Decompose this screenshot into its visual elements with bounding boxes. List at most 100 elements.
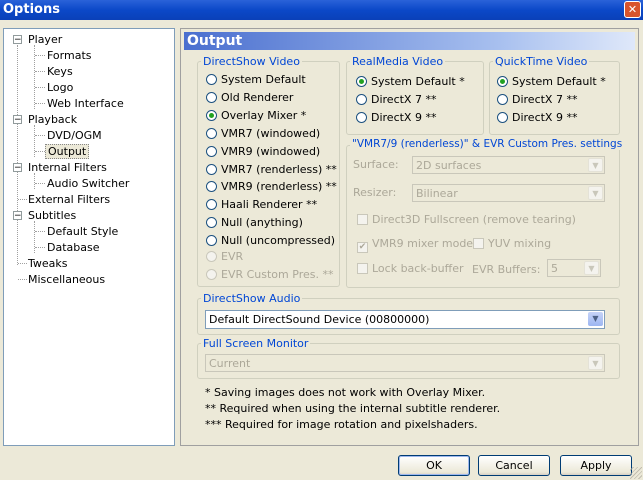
panel-title: Output [184,32,635,50]
radio-vmr7-windowed[interactable]: VMR7 (windowed) [206,127,320,140]
window-title: Options [3,2,60,17]
radio-indicator [206,92,217,103]
tree-item-miscellaneous[interactable]: Miscellaneous [28,273,105,286]
radio-indicator [356,112,367,123]
radio-indicator [206,146,217,157]
directshow-audio-label: DirectShow Audio [201,292,303,305]
chevron-down-icon: ▼ [584,261,599,275]
radio-haali-renderer[interactable]: Haali Renderer ** [206,198,317,211]
checkbox-indicator [473,238,484,249]
radio-evr: EVR [206,250,243,263]
radio-vmr7-renderless[interactable]: VMR7 (renderless) ** [206,163,337,176]
radio-vmr9-windowed[interactable]: VMR9 (windowed) [206,145,320,158]
tree-expander-subtitles[interactable]: − [13,211,22,221]
tree-item-dvd-ogm[interactable]: DVD/OGM [47,129,102,142]
vmr9-mixer-checkbox: ✔ VMR9 mixer mode [357,237,474,253]
tree-item-internal-filters[interactable]: Internal Filters [28,161,107,174]
tree-connector [34,125,35,157]
radio-null-uncompressed[interactable]: Null (uncompressed) [206,234,335,247]
radio-indicator [206,217,217,228]
radio-indicator [497,76,508,87]
options-tree[interactable]: − Player Formats Keys Logo Web Interface… [3,28,175,446]
tree-item-keys[interactable]: Keys [47,65,73,78]
tree-connector [34,173,35,189]
audio-device-value: Default DirectSound Device (00800000) [209,313,430,326]
surface-select: 2D surfaces ▼ [412,156,605,174]
resize-grip-icon[interactable] [630,467,642,479]
chevron-down-icon: ▼ [588,186,603,200]
radio-indicator [206,235,217,246]
lock-back-buffer-checkbox: Lock back-buffer [357,262,464,275]
radio-indicator [206,74,217,85]
realmedia-video-label: RealMedia Video [350,55,446,68]
title-bar[interactable]: Options ✕ [0,0,643,20]
close-button[interactable]: ✕ [624,1,641,18]
cancel-button[interactable]: Cancel [478,455,550,476]
checkbox-indicator [357,263,368,274]
checkmark-icon: ✔ [357,242,368,253]
chevron-down-icon: ▼ [588,158,603,172]
resizer-label: Resizer: [353,186,397,199]
radio-indicator [497,94,508,105]
radio-indicator [206,269,217,280]
radio-indicator [356,76,367,87]
checkbox-indicator [357,214,368,225]
radio-null-anything[interactable]: Null (anything) [206,216,303,229]
radio-indicator [206,251,217,262]
tree-item-default-style[interactable]: Default Style [47,225,118,238]
rm-radio-directx9[interactable]: DirectX 9 ** [356,111,436,124]
tree-connector [17,45,18,265]
tree-item-formats[interactable]: Formats [47,49,92,62]
tree-item-audio-switcher[interactable]: Audio Switcher [47,177,129,190]
tree-connector [34,221,35,253]
chevron-down-icon[interactable]: ▼ [588,312,603,326]
radio-vmr9-renderless[interactable]: VMR9 (renderless) ** [206,180,337,193]
radio-evr-custom-pres: EVR Custom Pres. ** [206,268,333,281]
tree-item-subtitles[interactable]: Subtitles [28,209,76,222]
radio-indicator [206,199,217,210]
tree-expander-playback[interactable]: − [13,115,22,125]
tree-expander-player[interactable]: − [13,35,22,45]
tree-item-output[interactable]: Output [45,144,90,159]
evr-buffers-label: EVR Buffers: [472,263,541,276]
radio-system-default[interactable]: System Default [206,73,306,86]
tree-item-tweaks[interactable]: Tweaks [28,257,68,270]
qt-radio-system-default[interactable]: System Default * [497,75,606,88]
chevron-down-icon: ▼ [588,356,603,370]
vmr-settings-label: "VMR7/9 (renderless)" & EVR Custom Pres.… [350,138,625,150]
radio-indicator [206,181,217,192]
note-overlay-mixer: * Saving images does not work with Overl… [205,386,486,399]
ok-button[interactable]: OK [398,455,470,476]
audio-device-select[interactable]: Default DirectSound Device (00800000) ▼ [205,310,605,329]
radio-indicator [206,110,217,121]
tree-item-database[interactable]: Database [47,241,100,254]
radio-old-renderer[interactable]: Old Renderer [206,91,293,104]
radio-indicator [206,164,217,175]
quicktime-video-label: QuickTime Video [493,55,590,68]
rm-radio-system-default[interactable]: System Default * [356,75,465,88]
tree-item-external-filters[interactable]: External Filters [28,193,110,206]
fullscreen-monitor-label: Full Screen Monitor [201,337,311,350]
qt-radio-directx7[interactable]: DirectX 7 ** [497,93,577,106]
radio-indicator [497,112,508,123]
tree-item-logo[interactable]: Logo [47,81,73,94]
resizer-select: Bilinear ▼ [412,184,605,202]
yuv-mixing-checkbox: YUV mixing [473,237,551,250]
tree-item-playback[interactable]: Playback [28,113,77,126]
apply-button[interactable]: Apply [560,455,632,476]
rm-radio-directx7[interactable]: DirectX 7 ** [356,93,436,106]
fullscreen-monitor-select: Current ▼ [205,354,605,372]
tree-expander-internal-filters[interactable]: − [13,163,22,173]
tree-item-player[interactable]: Player [28,33,62,46]
d3d-fullscreen-checkbox: Direct3D Fullscreen (remove tearing) [357,213,576,226]
qt-radio-directx9[interactable]: DirectX 9 ** [497,111,577,124]
radio-indicator [206,128,217,139]
surface-label: Surface: [353,158,399,171]
note-pixelshaders: *** Required for image rotation and pixe… [205,418,478,431]
directshow-video-label: DirectShow Video [201,55,302,68]
close-icon: ✕ [627,3,638,16]
radio-overlay-mixer[interactable]: Overlay Mixer * [206,109,306,122]
radio-indicator [356,94,367,105]
tree-item-web-interface[interactable]: Web Interface [47,97,124,110]
note-subtitle-renderer: ** Required when using the internal subt… [205,402,501,415]
